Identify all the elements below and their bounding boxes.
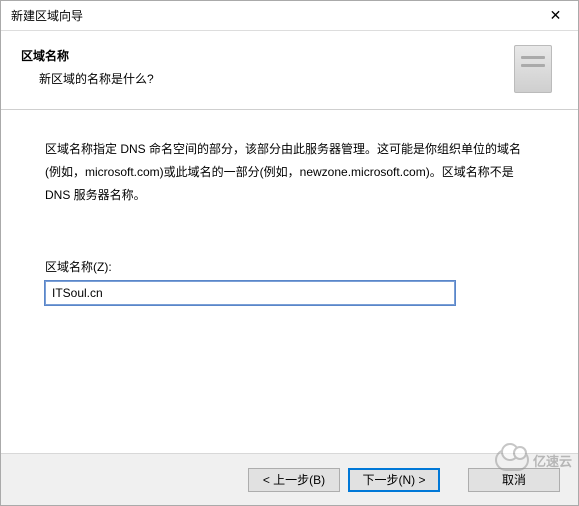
description-text: 区域名称指定 DNS 命名空间的部分，该部分由此服务器管理。这可能是你组织单位的… [45, 138, 534, 206]
window-title: 新建区域向导 [11, 7, 83, 24]
server-icon [514, 45, 552, 93]
back-button[interactable]: < 上一步(B) [248, 468, 340, 492]
wizard-footer: < 上一步(B) 下一步(N) > 取消 [1, 453, 578, 505]
cancel-button[interactable]: 取消 [468, 468, 560, 492]
titlebar: 新建区域向导 ✕ [1, 1, 578, 31]
wizard-header: 区域名称 新区域的名称是什么? [1, 31, 578, 109]
wizard-content: 区域名称指定 DNS 命名空间的部分，该部分由此服务器管理。这可能是你组织单位的… [1, 110, 578, 453]
close-button[interactable]: ✕ [533, 1, 578, 30]
header-text-block: 区域名称 新区域的名称是什么? [21, 45, 154, 87]
zone-name-input[interactable] [45, 281, 455, 305]
wizard-dialog: 新建区域向导 ✕ 区域名称 新区域的名称是什么? 区域名称指定 DNS 命名空间… [0, 0, 579, 506]
zone-name-label: 区域名称(Z): [45, 258, 534, 275]
header-subheading: 新区域的名称是什么? [21, 70, 154, 87]
next-button[interactable]: 下一步(N) > [348, 468, 440, 492]
header-heading: 区域名称 [21, 47, 154, 64]
close-icon: ✕ [550, 7, 562, 24]
